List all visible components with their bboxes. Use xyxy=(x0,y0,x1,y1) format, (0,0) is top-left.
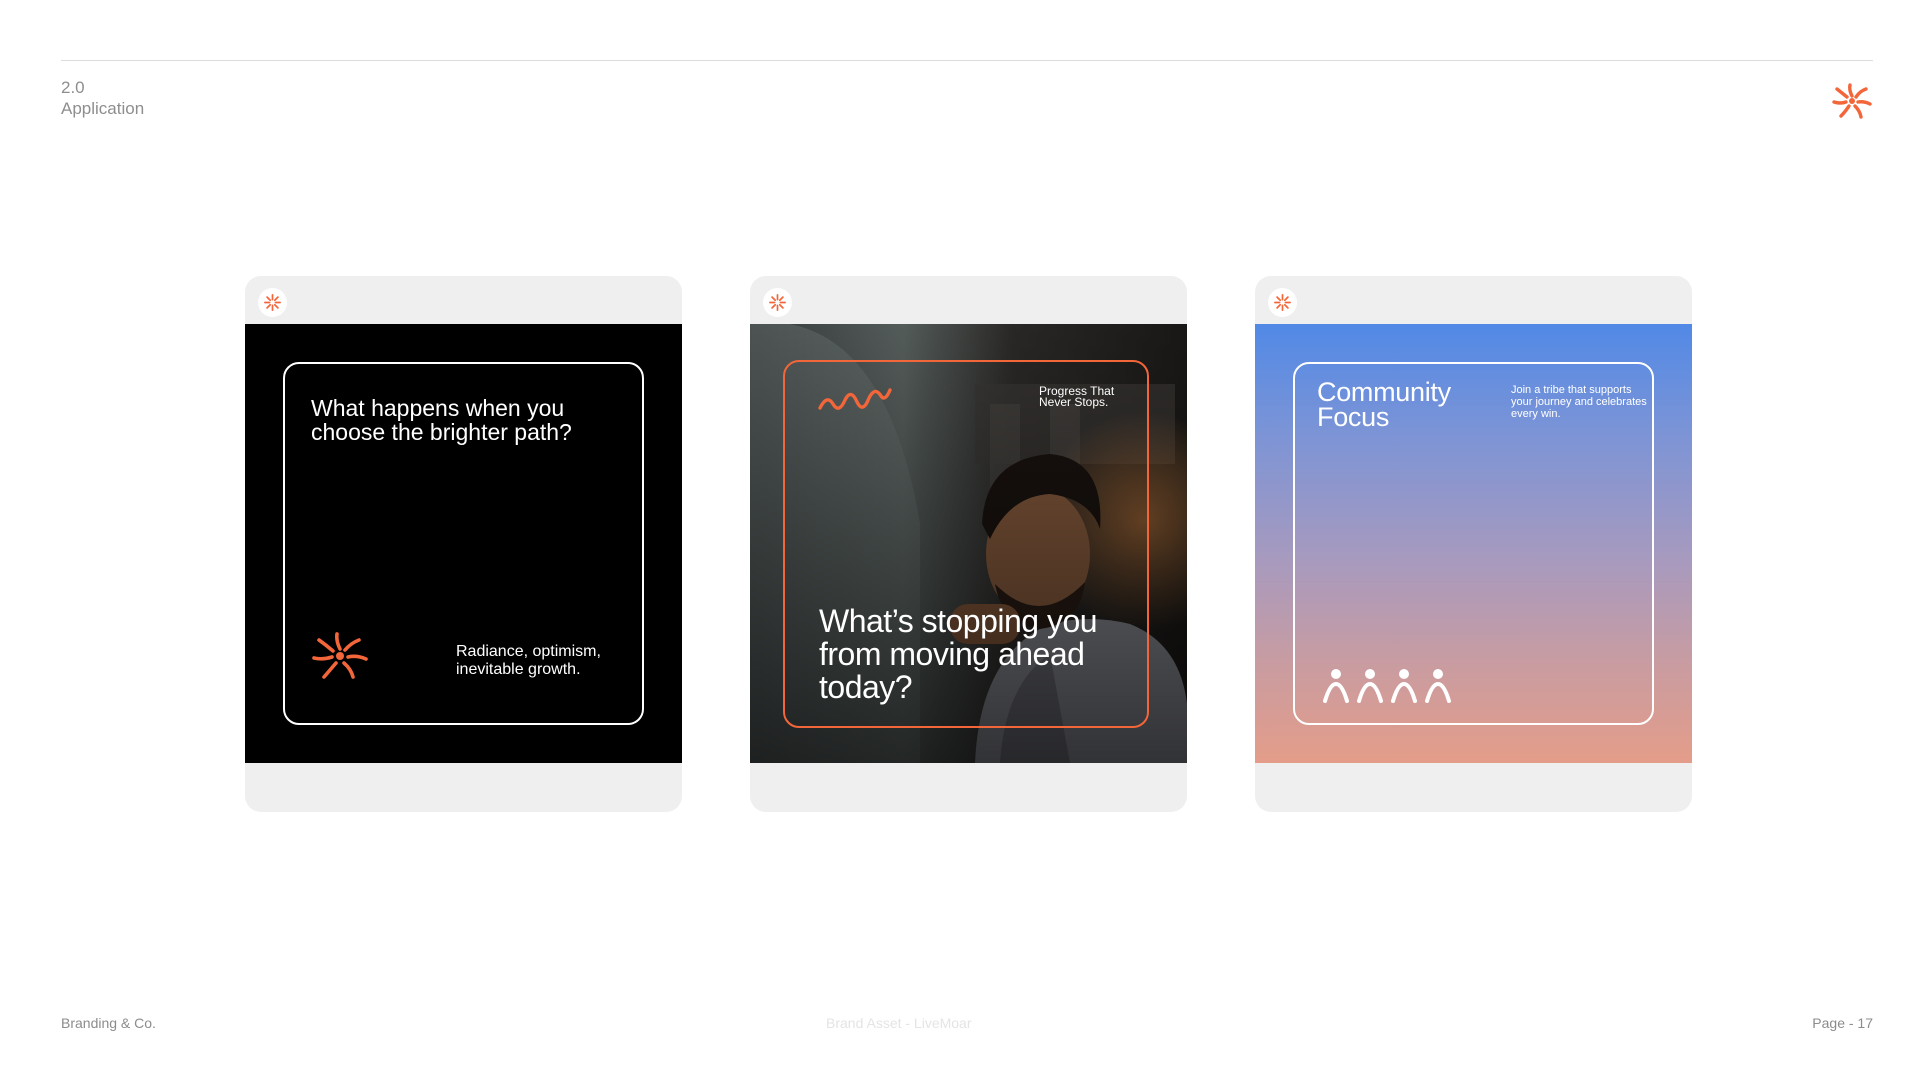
social-post-card-community: Community Focus Join a tribe that suppor… xyxy=(1255,276,1692,812)
section-number: 2.0 xyxy=(61,78,85,97)
social-post-card-progress: Progress That Never Stops. What’s stoppi… xyxy=(750,276,1187,812)
section-heading: 2.0 Application xyxy=(61,77,144,119)
post-headline: What happens when you choose the brighte… xyxy=(311,395,572,445)
radiance-burst-icon xyxy=(312,632,368,679)
mini-logo-badge xyxy=(1268,288,1297,317)
section-title: Application xyxy=(61,99,145,118)
community-people-icon xyxy=(1323,669,1451,703)
post-tagline: Radiance, optimism, inevitable growth. xyxy=(456,643,601,678)
post-frame: Progress That Never Stops. What’s stoppi… xyxy=(783,360,1149,728)
mini-logo-badge xyxy=(763,288,792,317)
post-frame: What happens when you choose the brighte… xyxy=(283,362,644,725)
social-post-card-brighter-path: What happens when you choose the brighte… xyxy=(245,276,682,812)
radiance-burst-icon xyxy=(1832,83,1872,119)
wave-squiggle-icon xyxy=(818,388,892,410)
post-headline: What’s stopping you from moving ahead to… xyxy=(819,603,1098,705)
post-frame: Community Focus Join a tribe that suppor… xyxy=(1293,362,1654,725)
post-kicker: Progress That Never Stops. xyxy=(1039,384,1115,409)
post-panel: What happens when you choose the brighte… xyxy=(245,324,682,763)
mini-logo-badge xyxy=(258,288,287,317)
footer-brand: Branding & Co. xyxy=(61,1015,156,1031)
footer-asset-label: Brand Asset - LiveMoar xyxy=(826,1015,972,1031)
post-panel: Community Focus Join a tribe that suppor… xyxy=(1255,324,1692,763)
page-number: Page - 17 xyxy=(1812,1015,1873,1031)
asterisk-logo-icon xyxy=(769,294,786,311)
asterisk-logo-icon xyxy=(1274,294,1291,311)
asterisk-logo-icon xyxy=(264,294,281,311)
top-divider xyxy=(61,60,1873,61)
post-panel: Progress That Never Stops. What’s stoppi… xyxy=(750,324,1187,763)
post-title: Community Focus xyxy=(1317,377,1451,432)
post-description: Join a tribe that supports your journey … xyxy=(1511,384,1647,420)
